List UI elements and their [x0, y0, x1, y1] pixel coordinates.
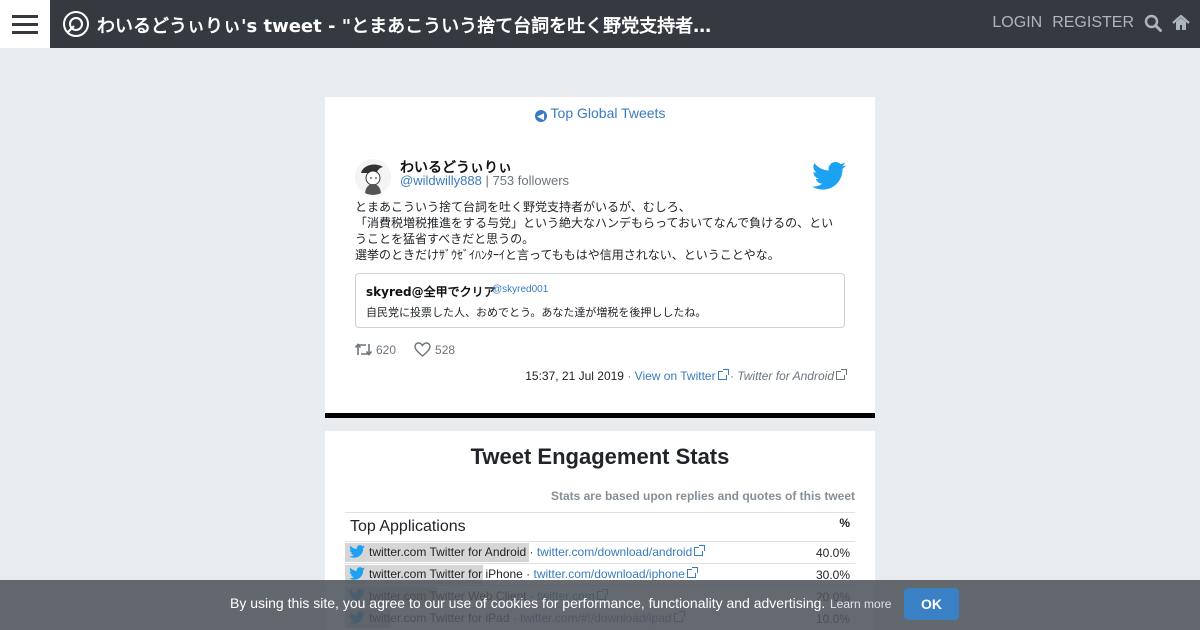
quoted-author-handle[interactable]: @skyred001 [492, 284, 548, 295]
table-header: Top Applications % [345, 513, 855, 541]
application-link[interactable]: twitter.com/download/iphone [533, 567, 698, 581]
cookie-banner: By using this site, you agree to our use… [0, 580, 1200, 630]
application-name: twitter.com Twitter for Android · [369, 545, 537, 559]
tweet-card: ◀ Top Global Tweets わいるどうぃりぃ @wildwilly88… [325, 97, 875, 418]
cookie-ok-button[interactable]: OK [904, 588, 959, 620]
top-global-tweets-label: Top Global Tweets [550, 105, 666, 121]
stats-title: Tweet Engagement Stats [470, 444, 730, 469]
page-title: わいるどうぃりぃ's tweet - "とまあこういう捨て台詞を吐く野党支持者… [97, 16, 712, 37]
quoted-tweet-text: 自民党に投票した人、おめでとう。あなた達が増税を後押ししたね。 [366, 306, 707, 319]
view-on-twitter-label: View on Twitter [634, 369, 716, 383]
view-on-twitter-link[interactable]: View on Twitter [634, 369, 729, 383]
author-meta: @wildwilly888 | 753 followers [400, 173, 569, 188]
application-link-label: twitter.com/download/iphone [533, 567, 685, 581]
application-name: twitter.com Twitter for iPhone · [369, 567, 534, 581]
site-logo-icon[interactable] [62, 10, 90, 38]
retweet-count: 620 [376, 342, 397, 357]
quoted-author-name: skyred@全甲でクリア [366, 285, 496, 299]
menu-icon-bar [12, 14, 38, 18]
tweet-text: とまあこういう捨て台詞を吐く野党支持者がいるが、むしろ、 「消費税増税推進をする… [355, 199, 845, 263]
stats-note: Stats are based upon replies and quotes … [550, 489, 855, 503]
twitter-bird-icon [349, 567, 365, 580]
external-link-icon [836, 369, 847, 380]
tweet-actions: 620 528 [355, 342, 473, 357]
application-label: twitter.com Twitter for iPhone · twitter… [349, 567, 698, 581]
author-handle[interactable]: @wildwilly888 [400, 173, 482, 188]
table-title: Top Applications [350, 518, 466, 535]
menu-button[interactable] [0, 0, 50, 48]
application-label: twitter.com Twitter for Android · twitte… [349, 545, 706, 559]
retweet-icon [355, 343, 372, 356]
top-navbar: わいるどうぃりぃ's tweet - "とまあこういう捨て台詞を吐く野党支持者…… [0, 0, 1200, 48]
arrow-left-icon: ◀ [534, 110, 547, 122]
external-link-icon [686, 567, 698, 578]
application-link[interactable]: twitter.com/download/android [536, 545, 706, 559]
tweet-source-label: Twitter for Android [737, 369, 834, 383]
nav-actions: LOGIN REGISTER [992, 14, 1190, 32]
tweet-timestamp: 15:37, 21 Jul 2019 [525, 369, 624, 383]
application-link-label: twitter.com/download/android [536, 545, 693, 559]
retweet-action[interactable]: 620 [355, 342, 396, 357]
heart-icon [414, 342, 431, 357]
percent-header: % [839, 516, 850, 530]
follower-count: | 753 followers [485, 173, 570, 188]
learn-more-link[interactable]: Learn more [830, 597, 891, 611]
tweet-footer: 15:37, 21 Jul 2019 · View on Twitter · T… [525, 369, 847, 383]
home-icon[interactable] [1172, 14, 1190, 32]
login-link[interactable]: LOGIN [992, 14, 1042, 32]
application-percent: 40.0% [815, 546, 850, 560]
like-action[interactable]: 528 [414, 342, 455, 357]
search-icon[interactable] [1144, 14, 1162, 32]
tweet-text-line: 選挙のときだけｻﾞｳｾﾞｲﾊﾝﾀｰｲと言ってももはや信用されない、ということやな… [355, 248, 780, 262]
register-link[interactable]: REGISTER [1052, 14, 1134, 32]
like-count: 528 [435, 342, 456, 357]
separator-dot: · [729, 369, 734, 383]
quoted-tweet[interactable]: skyred@全甲でクリア @skyred001 自民党に投票した人、おめでとう… [355, 273, 845, 328]
tweet-text-line: 「消費税増税推進をする与党」という絶大なハンデもらっておいてなんで負けるの、とい [355, 216, 834, 230]
twitter-bird-icon [349, 545, 365, 558]
separator-dot: · [627, 369, 632, 383]
tweet-text-line: とまあこういう捨て台詞を吐く野党支持者がいるが、むしろ、 [355, 200, 691, 214]
twitter-bird-icon[interactable] [812, 161, 846, 191]
external-link-icon [717, 369, 729, 380]
application-row: twitter.com Twitter for Android · twitte… [345, 541, 855, 563]
top-global-tweets-link[interactable]: ◀ Top Global Tweets [325, 105, 875, 122]
menu-icon-bar [12, 30, 38, 34]
cookie-message: By using this site, you agree to our use… [230, 595, 826, 611]
tweet-text-line: うことを猛省すべきだと思うの。 [355, 232, 535, 246]
tweet-source-link[interactable]: Twitter for Android [737, 369, 847, 383]
menu-icon-bar [12, 22, 38, 26]
external-link-icon [694, 545, 706, 556]
avatar[interactable] [355, 159, 391, 195]
